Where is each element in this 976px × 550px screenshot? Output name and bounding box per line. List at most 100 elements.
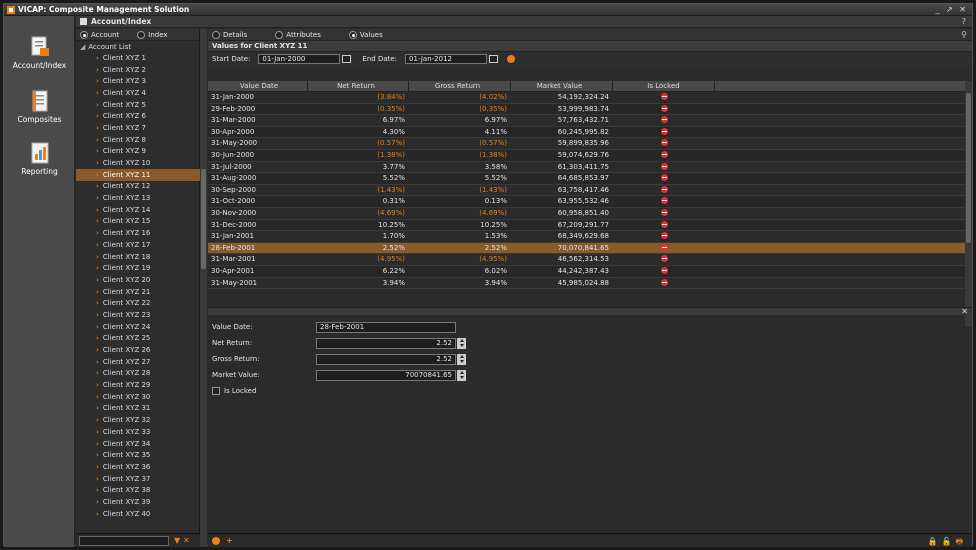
client-list-item[interactable]: › Client XYZ 16 bbox=[76, 227, 200, 239]
pin-icon[interactable]: ⚲ bbox=[961, 30, 967, 39]
grid-scrollbar[interactable] bbox=[965, 81, 972, 327]
net-return-field[interactable]: 2.52 bbox=[316, 337, 456, 349]
client-list-item[interactable]: › Client XYZ 30 bbox=[76, 391, 200, 403]
client-list-item[interactable]: › Client XYZ 39 bbox=[76, 496, 200, 508]
locked-icon[interactable] bbox=[660, 208, 668, 216]
client-list-item[interactable]: › Client XYZ 23 bbox=[76, 309, 200, 321]
col-gross-return[interactable]: Gross Return bbox=[409, 81, 511, 91]
table-row[interactable]: 30-Apr-2000 4.30% 4.11% 60,245,995.82 bbox=[208, 126, 972, 139]
locked-icon[interactable] bbox=[660, 150, 668, 158]
table-row[interactable]: 29-Feb-2000 (0.35%) (0.35%) 53,999,983.74 bbox=[208, 103, 972, 116]
add-icon[interactable]: + bbox=[226, 536, 233, 545]
client-list-item[interactable]: › Client XYZ 17 bbox=[76, 239, 200, 251]
nav-item-composites[interactable]: Composites bbox=[4, 90, 75, 124]
locked-icon[interactable] bbox=[660, 185, 668, 193]
client-list-item[interactable]: › Client XYZ 8 bbox=[76, 134, 200, 146]
client-list-item[interactable]: › Client XYZ 27 bbox=[76, 356, 200, 368]
client-list-item[interactable]: › Client XYZ 9 bbox=[76, 146, 200, 158]
client-list-item[interactable]: › Client XYZ 12 bbox=[76, 181, 200, 193]
table-row[interactable]: 31-Mar-2001 (4.95%) (4.95%) 46,562,314.53 bbox=[208, 254, 972, 266]
locked-icon[interactable] bbox=[660, 255, 668, 263]
table-row[interactable]: 31-Oct-2000 0.31% 0.13% 63,955,532.46 bbox=[208, 196, 972, 208]
is-locked-checkbox[interactable] bbox=[212, 387, 220, 395]
gross-return-field[interactable]: 2.52 bbox=[316, 353, 456, 365]
col-net-return[interactable]: Net Return bbox=[308, 81, 409, 91]
client-list-item[interactable]: › Client XYZ 7 bbox=[76, 122, 200, 134]
client-list-item[interactable]: › Client XYZ 11 bbox=[76, 168, 200, 181]
client-list-item[interactable]: › Client XYZ 24 bbox=[76, 321, 200, 333]
locked-icon[interactable] bbox=[660, 266, 668, 274]
client-list-item[interactable]: › Client XYZ 6 bbox=[76, 110, 200, 122]
table-row[interactable]: 31-Mar-2000 6.97% 6.97% 57,763,432.71 bbox=[208, 115, 972, 127]
col-market-value[interactable]: Market Value bbox=[511, 81, 613, 91]
table-row[interactable]: 31-May-2001 3.94% 3.94% 45,985,024.88 bbox=[208, 278, 972, 290]
col-is-locked[interactable]: Is Locked bbox=[613, 81, 715, 91]
collapse-icon[interactable]: ◢ bbox=[80, 43, 85, 51]
table-row[interactable]: 31-May-2000 (0.57%) (0.57%) 59,899,835.96 bbox=[208, 138, 972, 150]
radio-index[interactable]: Index bbox=[137, 30, 168, 39]
client-list-item[interactable]: › Client XYZ 35 bbox=[76, 449, 200, 461]
locked-icon[interactable] bbox=[660, 93, 668, 100]
lock-icons[interactable]: 🔒🔓🖶 bbox=[928, 536, 967, 550]
locked-icon[interactable] bbox=[660, 278, 668, 286]
tab-attributes[interactable]: Attributes bbox=[275, 30, 321, 39]
client-list-item[interactable]: › Client XYZ 21 bbox=[76, 286, 200, 298]
client-list-item[interactable]: › Client XYZ 40 bbox=[76, 508, 200, 520]
tree-header[interactable]: ◢ Account List bbox=[76, 41, 199, 52]
calendar-icon[interactable] bbox=[342, 55, 352, 63]
client-list-item[interactable]: › Client XYZ 14 bbox=[76, 204, 200, 216]
locked-icon[interactable] bbox=[660, 116, 668, 124]
client-list-item[interactable]: › Client XYZ 18 bbox=[76, 251, 200, 263]
client-list-item[interactable]: › Client XYZ 32 bbox=[76, 414, 200, 426]
nav-item-reporting[interactable]: Reporting bbox=[4, 142, 75, 176]
client-list-item[interactable]: › Client XYZ 33 bbox=[76, 426, 200, 438]
client-list-item[interactable]: › Client XYZ 38 bbox=[76, 484, 200, 496]
start-date-input[interactable]: 01-Jan-2000 bbox=[258, 54, 352, 64]
client-list-item[interactable]: › Client XYZ 36 bbox=[76, 461, 200, 473]
locked-icon[interactable] bbox=[660, 127, 668, 135]
locked-icon[interactable] bbox=[660, 197, 668, 205]
window-controls[interactable]: _ ↗ ✕ bbox=[936, 5, 969, 14]
client-list-item[interactable]: › Client XYZ 13 bbox=[76, 192, 200, 204]
client-list-item[interactable]: › Client XYZ 15 bbox=[76, 216, 200, 228]
table-row[interactable]: 31-Jul-2000 3.77% 3.58% 61,303,411.75 bbox=[208, 162, 972, 174]
client-list-item[interactable]: › Client XYZ 10 bbox=[76, 157, 200, 169]
locked-icon[interactable] bbox=[660, 232, 668, 240]
client-list-item[interactable]: › Client XYZ 34 bbox=[76, 438, 200, 450]
locked-icon[interactable] bbox=[660, 220, 668, 228]
client-list-item[interactable]: › Client XYZ 28 bbox=[76, 368, 200, 380]
calendar-icon[interactable] bbox=[489, 55, 499, 63]
client-list-item[interactable]: › Client XYZ 19 bbox=[76, 262, 200, 274]
locked-icon[interactable] bbox=[660, 243, 668, 251]
client-list-item[interactable]: › Client XYZ 25 bbox=[76, 333, 200, 345]
locked-icon[interactable] bbox=[660, 162, 668, 170]
value-date-field[interactable]: 28-Feb-2001 bbox=[316, 321, 456, 333]
refresh-button[interactable] bbox=[507, 55, 516, 63]
table-row[interactable]: 30-Jun-2000 (1.38%) (1.38%) 59,074,629.76 bbox=[208, 149, 972, 162]
table-row[interactable]: 30-Apr-2001 6.22% 6.02% 44,242,387.43 bbox=[208, 265, 972, 278]
end-date-input[interactable]: 01-Jan-2012 bbox=[405, 54, 499, 64]
panel-splitter[interactable]: ✕ bbox=[208, 307, 972, 316]
table-row[interactable]: 28-Feb-2001 2.52% 2.52% 70,070,841.65 bbox=[208, 242, 972, 255]
client-list-item[interactable]: › Client XYZ 29 bbox=[76, 379, 200, 391]
table-row[interactable]: 31-Jan-2000 (3.84%) (4.02%) 54,192,324.24 bbox=[208, 92, 972, 104]
client-list-item[interactable]: › Client XYZ 4 bbox=[76, 87, 200, 99]
locked-icon[interactable] bbox=[660, 174, 668, 182]
table-row[interactable]: 30-Sep-2000 (1.43%) (1.43%) 63,758,417.46 bbox=[208, 185, 972, 197]
client-list-item[interactable]: › Client XYZ 5 bbox=[76, 99, 200, 111]
client-list-item[interactable]: › Client XYZ 2 bbox=[76, 64, 200, 76]
client-list-item[interactable]: › Client XYZ 20 bbox=[76, 274, 200, 286]
col-value-date[interactable]: Value Date bbox=[208, 81, 308, 91]
table-row[interactable]: 31-Jan-2001 1.70% 1.53% 68,349,629.68 bbox=[208, 231, 972, 243]
locked-icon[interactable] bbox=[660, 104, 668, 112]
record-button[interactable] bbox=[212, 536, 220, 545]
filter-icons[interactable]: ▼ ✕ bbox=[174, 536, 190, 545]
filter-input[interactable] bbox=[79, 535, 169, 546]
client-list-item[interactable]: › Client XYZ 31 bbox=[76, 403, 200, 415]
help-icon[interactable]: ? bbox=[962, 17, 966, 26]
gross-return-spinner[interactable] bbox=[457, 353, 466, 365]
client-list-item[interactable]: › Client XYZ 22 bbox=[76, 297, 200, 309]
tree-scrollbar[interactable] bbox=[200, 29, 207, 547]
nav-item-account-index[interactable]: Account/Index bbox=[4, 36, 75, 70]
table-row[interactable]: 31-Aug-2000 5.52% 5.52% 64,685,853.97 bbox=[208, 173, 972, 185]
